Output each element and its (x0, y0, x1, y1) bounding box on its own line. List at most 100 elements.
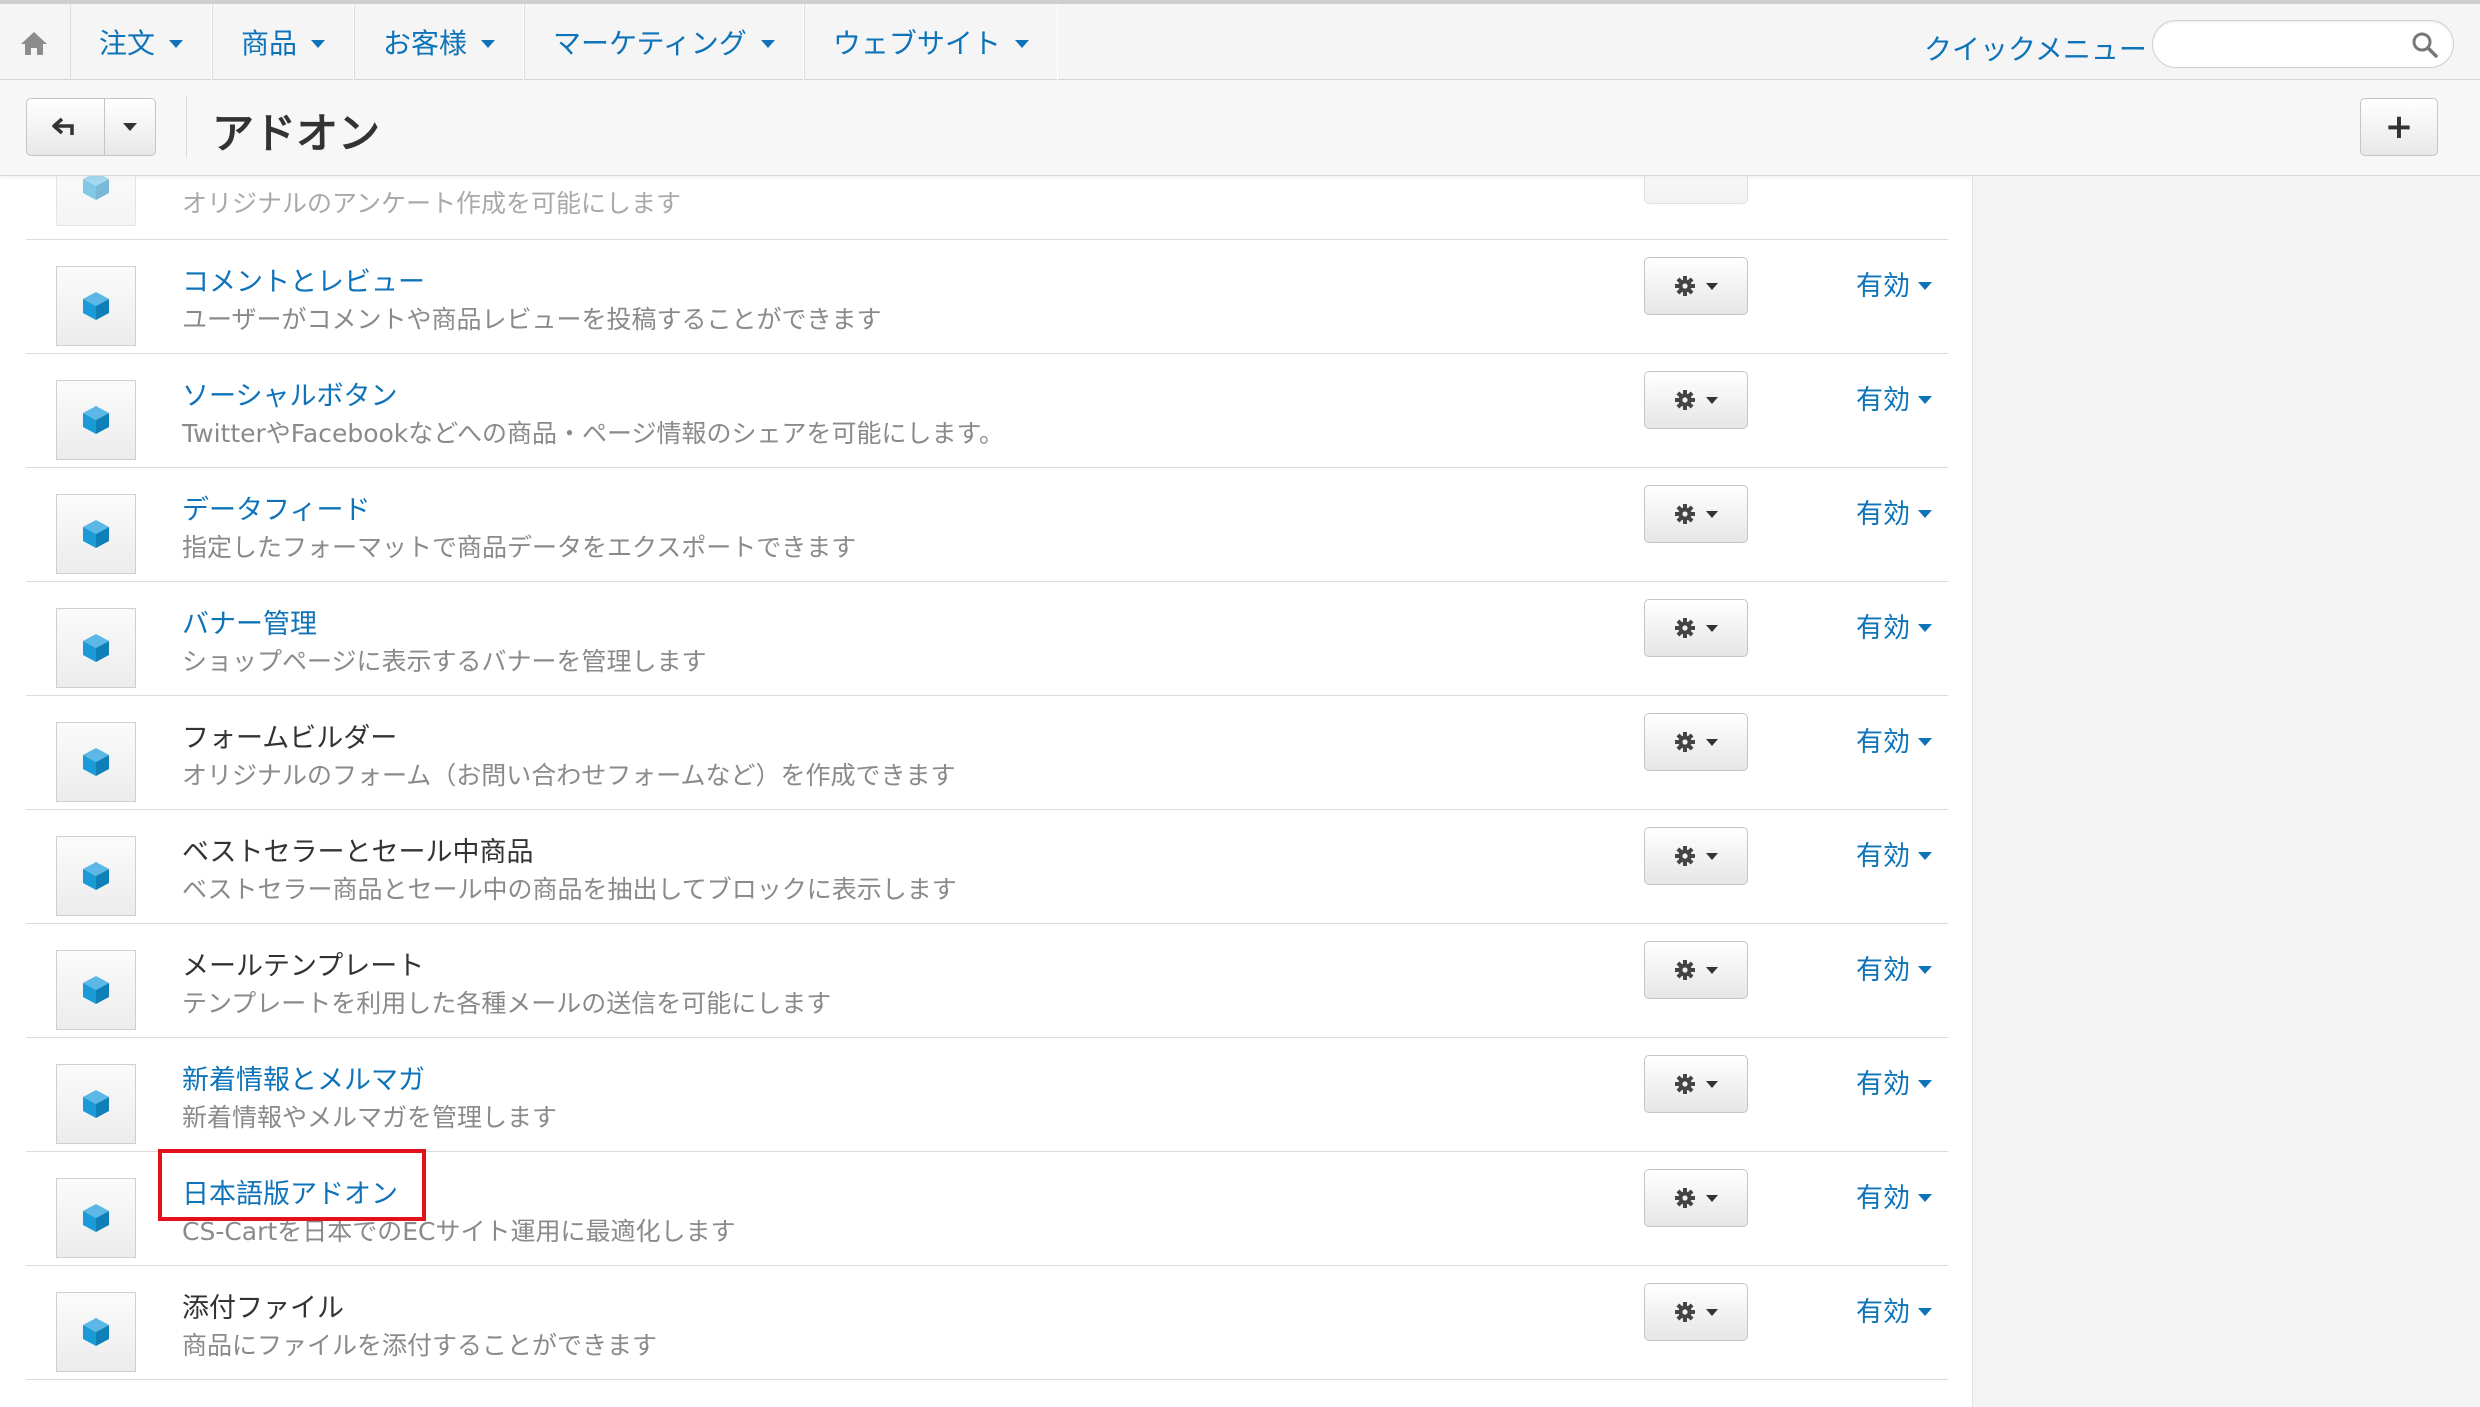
cube-icon (83, 976, 109, 1004)
chevron-down-icon (1706, 738, 1718, 746)
addon-settings-button[interactable] (1644, 371, 1748, 429)
cube-icon (83, 406, 109, 434)
gear-icon (1675, 960, 1695, 980)
chevron-down-icon (760, 40, 775, 48)
addon-thumbnail (56, 1064, 136, 1144)
search-icon[interactable] (2411, 31, 2439, 59)
chevron-down-icon (1918, 1307, 1932, 1316)
addon-name[interactable]: バナー管理 (182, 602, 317, 641)
addon-status-dropdown[interactable]: 有効 (1856, 606, 1932, 645)
gear-icon (1675, 1188, 1695, 1208)
addon-thumbnail (56, 494, 136, 574)
nav-marketing[interactable]: マーケティング (524, 4, 804, 80)
gear-icon (1675, 390, 1695, 410)
addon-status-label: 有効 (1856, 955, 1910, 986)
chevron-down-icon (123, 123, 137, 131)
chevron-down-icon (1706, 966, 1718, 974)
addon-status-dropdown[interactable]: 有効 (1856, 948, 1932, 987)
addon-settings-button[interactable] (1644, 599, 1748, 657)
addon-status-label: 有効 (1856, 1297, 1910, 1328)
addon-description: ショップページに表示するバナーを管理します (182, 647, 707, 676)
addon-settings-button[interactable] (1644, 1283, 1748, 1341)
nav-orders[interactable]: 注文 (70, 4, 213, 80)
addon-description: オリジナルのアンケート作成を可能にします (182, 189, 682, 218)
addon-row: 新着情報とメルマガ新着情報やメルマガを管理します 有効 (26, 1038, 1948, 1152)
addon-row: 添付ファイル 商品にファイルを添付することができます 有効 (26, 1266, 1948, 1380)
addon-row-partial: オリジナルのアンケート作成を可能にします (26, 176, 1948, 240)
addon-settings-button[interactable] (1644, 1169, 1748, 1227)
addon-description: ユーザーがコメントや商品レビューを投稿することができます (182, 305, 882, 334)
back-button[interactable] (27, 99, 105, 155)
chevron-down-icon (1706, 396, 1718, 404)
addon-settings-button[interactable] (1644, 941, 1748, 999)
addon-name[interactable]: 新着情報とメルマガ (182, 1058, 425, 1097)
addon-thumbnail (56, 1178, 136, 1258)
back-arrow-icon (51, 117, 74, 135)
addon-name[interactable]: ソーシャルボタン (182, 374, 397, 413)
home-icon[interactable] (18, 22, 50, 62)
addon-description: 新着情報やメルマガを管理します (182, 1103, 558, 1132)
cube-icon (83, 520, 109, 548)
add-addon-button[interactable]: + (2360, 98, 2438, 156)
cube-icon (83, 862, 109, 890)
addon-description: 指定したフォーマットで商品データをエクスポートできます (182, 533, 857, 562)
chevron-down-icon (1918, 965, 1932, 974)
chevron-down-icon (1706, 282, 1718, 290)
addon-thumbnail (56, 176, 136, 226)
addon-status-dropdown[interactable]: 有効 (1856, 378, 1932, 417)
cube-icon (83, 1090, 109, 1118)
addon-settings-button[interactable] (1644, 827, 1748, 885)
addon-status-dropdown[interactable]: 有効 (1856, 834, 1932, 873)
gear-icon (1675, 732, 1695, 752)
chevron-down-icon (1918, 737, 1932, 746)
addon-status-dropdown[interactable]: 有効 (1856, 1062, 1932, 1101)
addon-status-dropdown[interactable]: 有効 (1856, 492, 1932, 531)
cube-icon (83, 176, 109, 200)
addon-description: オリジナルのフォーム（お問い合わせフォームなど）を作成できます (182, 761, 956, 790)
addon-settings-button[interactable] (1644, 257, 1748, 315)
search-input[interactable] (2169, 29, 2399, 59)
search-box (2152, 20, 2454, 68)
addon-thumbnail (56, 380, 136, 460)
gear-icon (1675, 1074, 1695, 1094)
back-dropdown-button[interactable] (105, 99, 155, 155)
cube-icon (83, 1204, 109, 1232)
addon-status-dropdown[interactable]: 有効 (1856, 264, 1932, 303)
addon-status-label: 有効 (1856, 613, 1910, 644)
addon-thumbnail (56, 1292, 136, 1372)
chevron-down-icon (1706, 852, 1718, 860)
nav-website[interactable]: ウェブサイト (803, 4, 1058, 80)
chevron-down-icon (1918, 623, 1932, 632)
chevron-down-icon (1918, 509, 1932, 518)
chevron-down-icon (1014, 40, 1029, 48)
addon-settings-button[interactable] (1644, 485, 1748, 543)
addon-thumbnail (56, 722, 136, 802)
addon-status-label: 有効 (1856, 841, 1910, 872)
addon-thumbnail (56, 950, 136, 1030)
main-nav: 注文 商品 お客様 マーケティング ウェブサイト (70, 4, 1058, 80)
addon-row: フォームビルダー オリジナルのフォーム（お問い合わせフォームなど）を作成できます 有… (26, 696, 1948, 810)
chevron-down-icon (1706, 1080, 1718, 1088)
addon-status-label: 有効 (1856, 499, 1910, 530)
quick-menu-link[interactable]: クイックメニュー (1924, 28, 2147, 68)
addon-status-dropdown[interactable]: 有効 (1856, 1176, 1932, 1215)
addon-description: 商品にファイルを添付することができます (182, 1331, 658, 1360)
addon-name[interactable]: コメントとレビュー (182, 260, 425, 299)
addon-settings-button[interactable] (1644, 176, 1748, 204)
addon-status-dropdown[interactable]: 有効 (1856, 720, 1932, 759)
addon-settings-button[interactable] (1644, 713, 1748, 771)
chevron-down-icon (1918, 395, 1932, 404)
addon-status-dropdown[interactable]: 有効 (1856, 1290, 1932, 1329)
addon-settings-button[interactable] (1644, 1055, 1748, 1113)
addon-thumbnail (56, 266, 136, 346)
addon-description: ベストセラー商品とセール中の商品を抽出してブロックに表示します (182, 875, 957, 904)
nav-customers[interactable]: お客様 (354, 4, 525, 80)
addon-row: コメントとレビューユーザーがコメントや商品レビューを投稿することができます 有効 (26, 240, 1948, 354)
addon-row: メールテンプレート テンプレートを利用した各種メールの送信を可能にします 有効 (26, 924, 1948, 1038)
gear-icon (1675, 276, 1695, 296)
addon-description: テンプレートを利用した各種メールの送信を可能にします (182, 989, 832, 1018)
chevron-down-icon (1918, 1079, 1932, 1088)
chevron-down-icon (1706, 624, 1718, 632)
addon-name[interactable]: データフィード (182, 488, 370, 527)
nav-products[interactable]: 商品 (212, 4, 355, 80)
